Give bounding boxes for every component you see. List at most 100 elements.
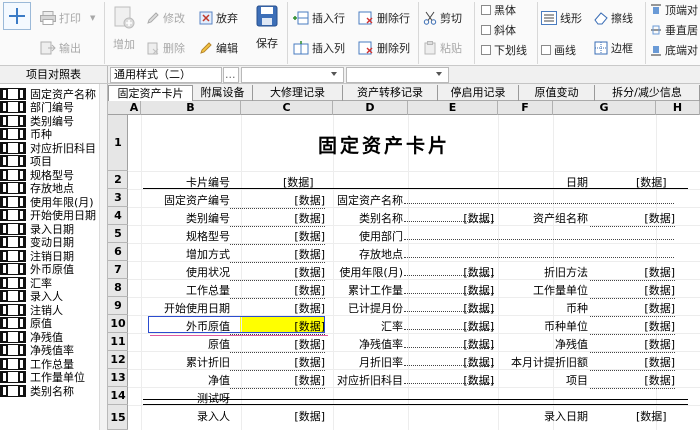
value-r5-d[interactable] [404, 228, 674, 240]
label-r3-d[interactable]: 固定资产名称 [323, 192, 403, 208]
align-middle-button[interactable]: 垂直居 [650, 22, 698, 38]
label-r11-d[interactable]: 净残值率 [323, 336, 403, 352]
label-r4-f[interactable]: 资产组名称 [496, 210, 588, 226]
field-list-item[interactable]: 类别编号 [0, 114, 107, 128]
row-header-cell[interactable]: 4 [108, 207, 128, 225]
value-r8-c[interactable]: [数据] [230, 282, 325, 299]
column-header-cell[interactable]: H [656, 101, 700, 115]
erase-line-button[interactable]: 擦线 [594, 10, 633, 26]
value-r12-d[interactable]: [数据] [404, 354, 494, 369]
value-r10-g[interactable]: [数据] [590, 318, 675, 335]
save-button[interactable]: 保存 [252, 4, 282, 51]
font-size-chevron-icon[interactable] [436, 72, 442, 76]
column-header-cell[interactable]: F [498, 101, 553, 115]
label-r8-d[interactable]: 累计工作量 [323, 282, 403, 298]
label-r12-f[interactable]: 本月计提折旧额 [496, 354, 588, 370]
value-r3-c[interactable]: [数据] [230, 192, 325, 209]
label-r12-b[interactable]: 累计折旧 [128, 354, 230, 370]
label-r3-b[interactable]: 固定资产编号 [128, 192, 230, 208]
label-r13-f[interactable]: 项目 [496, 372, 588, 388]
bold-checkbox-box[interactable] [481, 5, 491, 15]
value-r6-d[interactable] [404, 246, 674, 258]
tab-0[interactable]: 固定资产卡片 [108, 85, 193, 101]
print-button[interactable]: 打印 ▼ [40, 10, 95, 26]
row-header-cell[interactable]: 11 [108, 333, 128, 351]
label-r4-d[interactable]: 类别名称 [323, 210, 403, 226]
font-select[interactable] [241, 67, 344, 83]
label-r13-d[interactable]: 对应折旧科目 [323, 372, 403, 388]
row-header-cell[interactable]: 6 [108, 243, 128, 261]
bold-checkbox[interactable]: 黑体 [481, 2, 516, 18]
row-header-cell[interactable]: 10 [108, 315, 128, 333]
value-r4-c[interactable]: [数据] [230, 210, 325, 227]
italic-checkbox[interactable]: 斜体 [481, 22, 516, 38]
underline-checkbox[interactable]: 下划线 [481, 42, 527, 58]
value-r4-d[interactable]: [数据] [404, 210, 494, 225]
value-r11-d[interactable]: [数据] [404, 336, 494, 351]
value-r15-c[interactable]: [数据] [230, 408, 325, 424]
value-r3-d[interactable] [404, 192, 674, 204]
tab-1[interactable]: 附属设备 [193, 85, 253, 101]
label-r6-b[interactable]: 增加方式 [128, 246, 230, 262]
value-r12-g[interactable]: [数据] [590, 354, 675, 371]
value-r13-d[interactable]: [数据] [404, 372, 494, 387]
label-r10-d[interactable]: 汇率 [323, 318, 403, 334]
draw-line-checkbox[interactable]: 画线 [541, 42, 576, 58]
column-header-cell[interactable]: E [408, 101, 498, 115]
align-bottom-button[interactable]: 底端对 [650, 42, 698, 58]
font-select-chevron-icon[interactable] [331, 72, 337, 76]
label-r7-f[interactable]: 折旧方法 [496, 264, 588, 280]
output-button[interactable]: 输出 [40, 40, 81, 56]
align-top-button[interactable]: 顶端对 [650, 2, 698, 18]
underline-checkbox-box[interactable] [481, 45, 491, 55]
row-header-cell[interactable]: 1 [108, 115, 128, 171]
label-r5-d[interactable]: 使用部门 [323, 228, 403, 244]
row-header-cell[interactable]: 9 [108, 297, 128, 315]
value-r9-c[interactable]: [数据] [230, 300, 325, 317]
value-r8-g[interactable]: [数据] [590, 282, 675, 299]
label-r15-f[interactable]: 录入日期 [496, 408, 588, 424]
draw-line-checkbox-box[interactable] [541, 45, 551, 55]
field-list-item[interactable]: 对应折旧科目 [0, 141, 107, 155]
tab-3[interactable]: 资产转移记录 [343, 85, 438, 101]
field-list-item[interactable]: 注销人 [0, 303, 107, 317]
tab-2[interactable]: 大修理记录 [253, 85, 343, 101]
row-header-cell[interactable]: 8 [108, 279, 128, 297]
label-r11-b[interactable]: 原值 [128, 336, 230, 352]
row-header-cell[interactable]: 2 [108, 171, 128, 189]
label-r8-f[interactable]: 工作量单位 [496, 282, 588, 298]
field-list-scrollbar[interactable] [99, 84, 107, 430]
modify-button[interactable]: 修改 [146, 10, 185, 26]
row-header-cell[interactable]: 13 [108, 369, 128, 387]
value-r9-d[interactable]: [数据] [404, 300, 494, 315]
label-r9-b[interactable]: 开始使用日期 [128, 300, 230, 316]
add-button[interactable]: 增加 [110, 4, 138, 52]
value-r13-g[interactable]: [数据] [590, 372, 675, 389]
value-r15-g[interactable]: [数据] [636, 408, 667, 424]
label-r4-b[interactable]: 类别编号 [128, 210, 230, 226]
label-r11-f[interactable]: 净残值 [496, 336, 588, 352]
value-r8-d[interactable]: [数据] [404, 282, 494, 297]
line-shape-button[interactable]: 线形 [541, 10, 582, 26]
discard-button[interactable]: 放弃 [199, 10, 238, 26]
value-r9-g[interactable]: [数据] [590, 300, 675, 317]
value-r13-c[interactable]: [数据] [230, 372, 325, 389]
delete-button[interactable]: 删除 [146, 40, 185, 56]
tab-6[interactable]: 拆分/减少信息 [595, 85, 700, 101]
insert-row-button[interactable]: 插入行 [293, 10, 345, 26]
tab-5[interactable]: 原值变动 [519, 85, 595, 101]
row-header-cell[interactable]: 3 [108, 189, 128, 207]
column-header-cell[interactable]: B [141, 101, 241, 115]
selected-cell-range[interactable] [148, 316, 325, 333]
field-list-item[interactable]: 类别名称 [0, 384, 107, 398]
value-r4-g[interactable]: [数据] [590, 210, 675, 227]
tab-4[interactable]: 停启用记录 [438, 85, 519, 101]
row-header-cell[interactable]: 15 [108, 405, 128, 430]
column-header-cell[interactable]: A [128, 101, 141, 115]
label-r12-d[interactable]: 月折旧率 [323, 354, 403, 370]
label-r5-b[interactable]: 规格型号 [128, 228, 230, 244]
ellipsis-button[interactable]: ... [223, 67, 239, 83]
edit-button[interactable]: 编辑 [199, 40, 238, 56]
delete-row-button[interactable]: 删除行 [358, 10, 410, 26]
value-r10-d[interactable]: [数据] [404, 318, 494, 333]
